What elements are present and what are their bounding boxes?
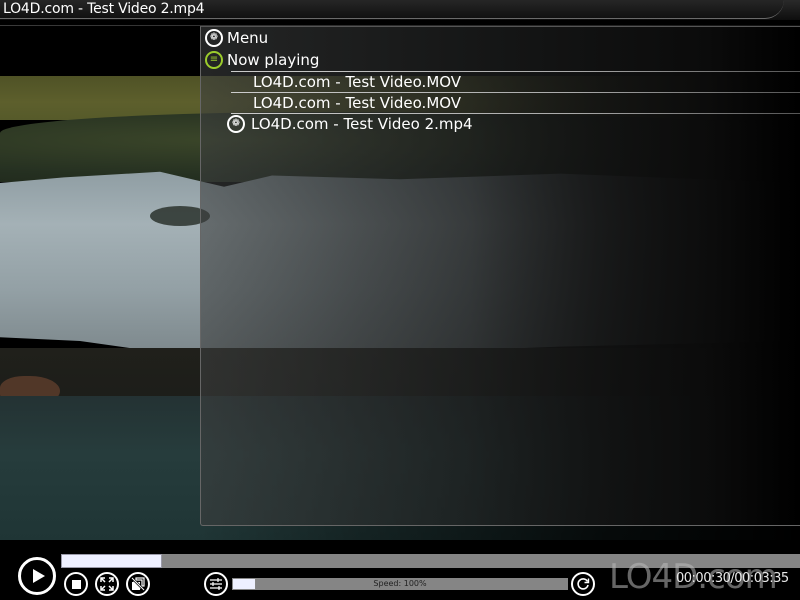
fullscreen-icon	[100, 577, 114, 591]
title-bar: LO4D.com - Test Video 2.mp4	[0, 0, 800, 20]
overlay-toggle-button[interactable]	[126, 572, 150, 596]
playlist-item[interactable]: LO4D.com - Test Video.MOV	[227, 93, 461, 113]
menu-item-now-playing[interactable]: ≡ Now playing	[205, 49, 319, 71]
menu-item-label: Now playing	[227, 51, 320, 69]
stop-button[interactable]	[64, 572, 88, 596]
now-playing-flower-icon: ❁	[227, 115, 245, 133]
flower-icon: ❁	[205, 29, 223, 47]
equalizer-button[interactable]	[204, 572, 228, 596]
play-button[interactable]	[18, 557, 56, 595]
playlist-item-label: LO4D.com - Test Video.MOV	[253, 73, 462, 91]
repeat-icon	[577, 578, 590, 590]
list-icon: ≡	[205, 51, 223, 69]
no-overlay-icon	[131, 577, 145, 591]
window-title: LO4D.com - Test Video 2.mp4	[3, 1, 205, 17]
stop-icon	[71, 579, 81, 589]
repeat-button[interactable]	[571, 572, 595, 596]
speed-slider[interactable]: Speed: 100%	[232, 578, 568, 590]
playlist-item[interactable]: LO4D.com - Test Video.MOV	[227, 72, 461, 92]
equalizer-icon	[210, 578, 222, 590]
fullscreen-button[interactable]	[95, 572, 119, 596]
time-display: 00:00:30/00:03:35	[676, 571, 789, 586]
playlist-item-label: LO4D.com - Test Video.MOV	[253, 94, 462, 112]
speed-label: Speed: 100%	[373, 579, 427, 588]
menu-item-menu[interactable]: ❁ Menu	[205, 27, 268, 49]
menu-item-label: Menu	[227, 29, 269, 47]
playlist-item-current[interactable]: ❁ LO4D.com - Test Video 2.mp4	[227, 114, 473, 134]
seek-progress	[61, 554, 162, 568]
menu-panel: ❁ Menu ≡ Now playing LO4D.com - Test Vid…	[200, 26, 800, 526]
playlist-item-label: LO4D.com - Test Video 2.mp4	[251, 115, 473, 133]
play-icon	[32, 569, 45, 583]
